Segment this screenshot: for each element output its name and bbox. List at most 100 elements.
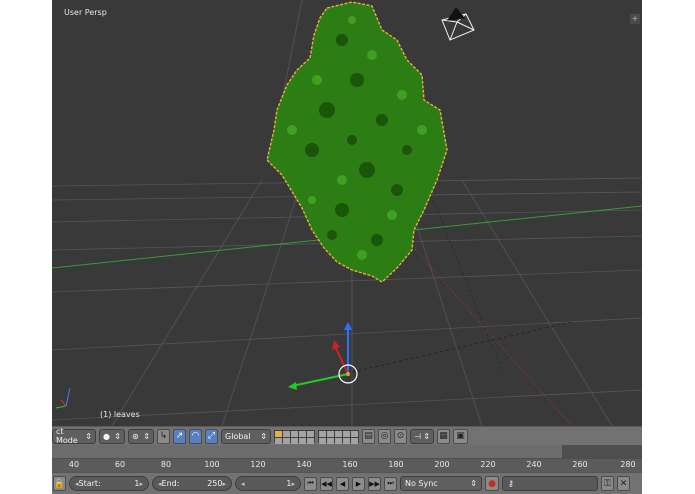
layer-button[interactable] xyxy=(319,430,326,437)
timeline-tick: 220 xyxy=(480,460,496,469)
layer-lock-button[interactable]: ▤ xyxy=(362,428,375,444)
jump-end-button[interactable]: ⏭ xyxy=(384,476,397,491)
current-frame-field[interactable]: ◂ 1 ▸ xyxy=(235,476,301,491)
preview-range-button[interactable]: 🔒 xyxy=(53,476,66,491)
updown-arrow-icon: ⇕ xyxy=(470,479,477,488)
decrement-arrow-icon[interactable]: ◂ xyxy=(241,480,245,488)
pivot-point-icon: ⊛ xyxy=(132,431,139,441)
layer-button[interactable] xyxy=(343,437,350,444)
snap-element-select[interactable]: ⊣ ⇕ xyxy=(410,428,434,444)
layer-button[interactable] xyxy=(299,430,306,437)
insert-keyframe-button[interactable]: ⚿ xyxy=(601,476,614,491)
layer-button[interactable] xyxy=(291,430,298,437)
layer-button[interactable] xyxy=(283,437,290,444)
viewport-canvas[interactable] xyxy=(52,0,642,426)
layer-button[interactable] xyxy=(327,430,334,437)
layer-button[interactable] xyxy=(319,437,326,444)
record-icon: ● xyxy=(488,478,496,489)
rotate-button[interactable]: ◠ xyxy=(189,428,202,444)
rotate-icon: ◠ xyxy=(191,431,200,441)
tree-leaves-object[interactable] xyxy=(266,1,448,283)
snap-element-icon: ⊣ xyxy=(414,431,421,441)
delete-key-icon: ✕ xyxy=(619,478,628,489)
insert-key-icon: ⚿ xyxy=(604,478,611,489)
layer-button[interactable] xyxy=(351,437,358,444)
jump-end-icon: ⏭ xyxy=(387,479,394,487)
updown-arrow-icon: ⇕ xyxy=(260,431,267,441)
layer-button[interactable] xyxy=(291,437,298,444)
proportional-edit-button[interactable]: ◎ xyxy=(378,428,391,444)
pivot-select[interactable]: ⊛ ⇕ xyxy=(128,428,154,444)
delete-keyframe-button[interactable]: ✕ xyxy=(617,476,630,491)
prev-keyframe-icon: ◀◀ xyxy=(321,479,332,488)
playback-bar: 🔒 ◂ Start: 1 ▸ ◂ End: 250 ▸ ◂ 1 ▸ ⏮ ◀◀ ◀… xyxy=(52,472,642,494)
sync-select[interactable]: No Sync ⇕ xyxy=(400,476,482,491)
mode-select[interactable]: ct Mode ⇕ xyxy=(52,427,96,445)
keying-set-field[interactable]: ⚷ xyxy=(502,476,598,491)
snap-button[interactable]: ⊙ xyxy=(394,428,407,444)
updown-arrow-icon: ⇕ xyxy=(85,431,92,441)
timeline-tick: 40 xyxy=(68,460,80,469)
timeline-out-of-range xyxy=(562,445,642,459)
next-keyframe-icon: ▶▶ xyxy=(369,479,380,488)
area-split-icon[interactable]: + xyxy=(630,14,640,24)
layer-button[interactable] xyxy=(307,430,314,437)
orientation-value: Global xyxy=(225,431,251,441)
viewport-header: ct Mode ⇕ ● ⇕ ⊛ ⇕ ↳ ↗ ◠ ⤢ Global ⇕ ▤ ◎ ⊙… xyxy=(52,426,642,445)
play-icon: ▶ xyxy=(355,479,362,488)
manipulator-toggle[interactable]: ↳ xyxy=(157,428,170,444)
start-label: Start: xyxy=(78,479,101,488)
camera-render-button[interactable]: ▣ xyxy=(453,428,468,444)
orientation-select[interactable]: Global ⇕ xyxy=(221,428,271,444)
translate-button[interactable]: ↗ xyxy=(173,428,186,444)
axis-gizmo-icon xyxy=(55,387,71,409)
layer-button[interactable] xyxy=(335,430,342,437)
updown-arrow-icon: ⇕ xyxy=(114,431,121,441)
timeline-tick: 140 xyxy=(296,460,312,469)
jump-start-button[interactable]: ⏮ xyxy=(304,476,317,491)
play-reverse-icon: ◀ xyxy=(339,479,346,488)
layer-button[interactable] xyxy=(307,437,314,444)
layer-button[interactable] xyxy=(351,430,358,437)
layer-button[interactable] xyxy=(343,430,350,437)
proportional-edit-icon: ◎ xyxy=(380,431,389,441)
3d-viewport[interactable]: User Persp (1) leaves + xyxy=(52,0,642,426)
shading-select[interactable]: ● ⇕ xyxy=(99,428,125,444)
timeline-tick: 240 xyxy=(526,460,542,469)
start-frame-field[interactable]: ◂ Start: 1 ▸ xyxy=(69,476,149,491)
prev-keyframe-button[interactable]: ◀◀ xyxy=(320,476,333,491)
layer-button[interactable] xyxy=(335,437,342,444)
increment-arrow-icon[interactable]: ▸ xyxy=(139,480,143,488)
scale-icon: ⤢ xyxy=(207,431,216,441)
timeline-tick: 200 xyxy=(434,460,450,469)
camera-render-icon: ▣ xyxy=(456,431,465,441)
timeline-ruler[interactable]: 40 60 80 100 120 140 160 180 200 220 240… xyxy=(52,459,642,472)
manipulator-axes-icon: ↳ xyxy=(159,431,168,441)
increment-arrow-icon[interactable]: ▸ xyxy=(291,480,295,488)
layer-button[interactable] xyxy=(299,437,306,444)
layer-button[interactable] xyxy=(275,430,282,437)
snap-icon: ⊙ xyxy=(396,431,405,441)
timeline-track[interactable] xyxy=(52,445,642,459)
play-button[interactable]: ▶ xyxy=(352,476,365,491)
layer-button[interactable] xyxy=(275,437,282,444)
layer-button[interactable] xyxy=(283,430,290,437)
play-reverse-button[interactable]: ◀ xyxy=(336,476,349,491)
layer-lock-icon: ▤ xyxy=(364,431,373,441)
end-label: End: xyxy=(161,479,180,488)
increment-arrow-icon[interactable]: ▸ xyxy=(222,480,226,488)
transform-manipulator-icon[interactable] xyxy=(288,322,358,390)
record-button[interactable]: ● xyxy=(485,476,499,491)
render-icon: ▦ xyxy=(439,431,448,441)
timeline-tick: 120 xyxy=(250,460,266,469)
end-frame-field[interactable]: ◂ End: 250 ▸ xyxy=(152,476,232,491)
timeline-area[interactable]: 40 60 80 100 120 140 160 180 200 220 240… xyxy=(52,445,642,472)
render-button[interactable]: ▦ xyxy=(437,428,450,444)
camera-icon[interactable] xyxy=(441,7,475,41)
timeline-tick: 80 xyxy=(160,460,172,469)
scale-button[interactable]: ⤢ xyxy=(205,428,218,444)
next-keyframe-button[interactable]: ▶▶ xyxy=(368,476,381,491)
layer-button[interactable] xyxy=(327,437,334,444)
layers-block-2[interactable] xyxy=(318,429,359,444)
layers-block-1[interactable] xyxy=(274,429,315,444)
